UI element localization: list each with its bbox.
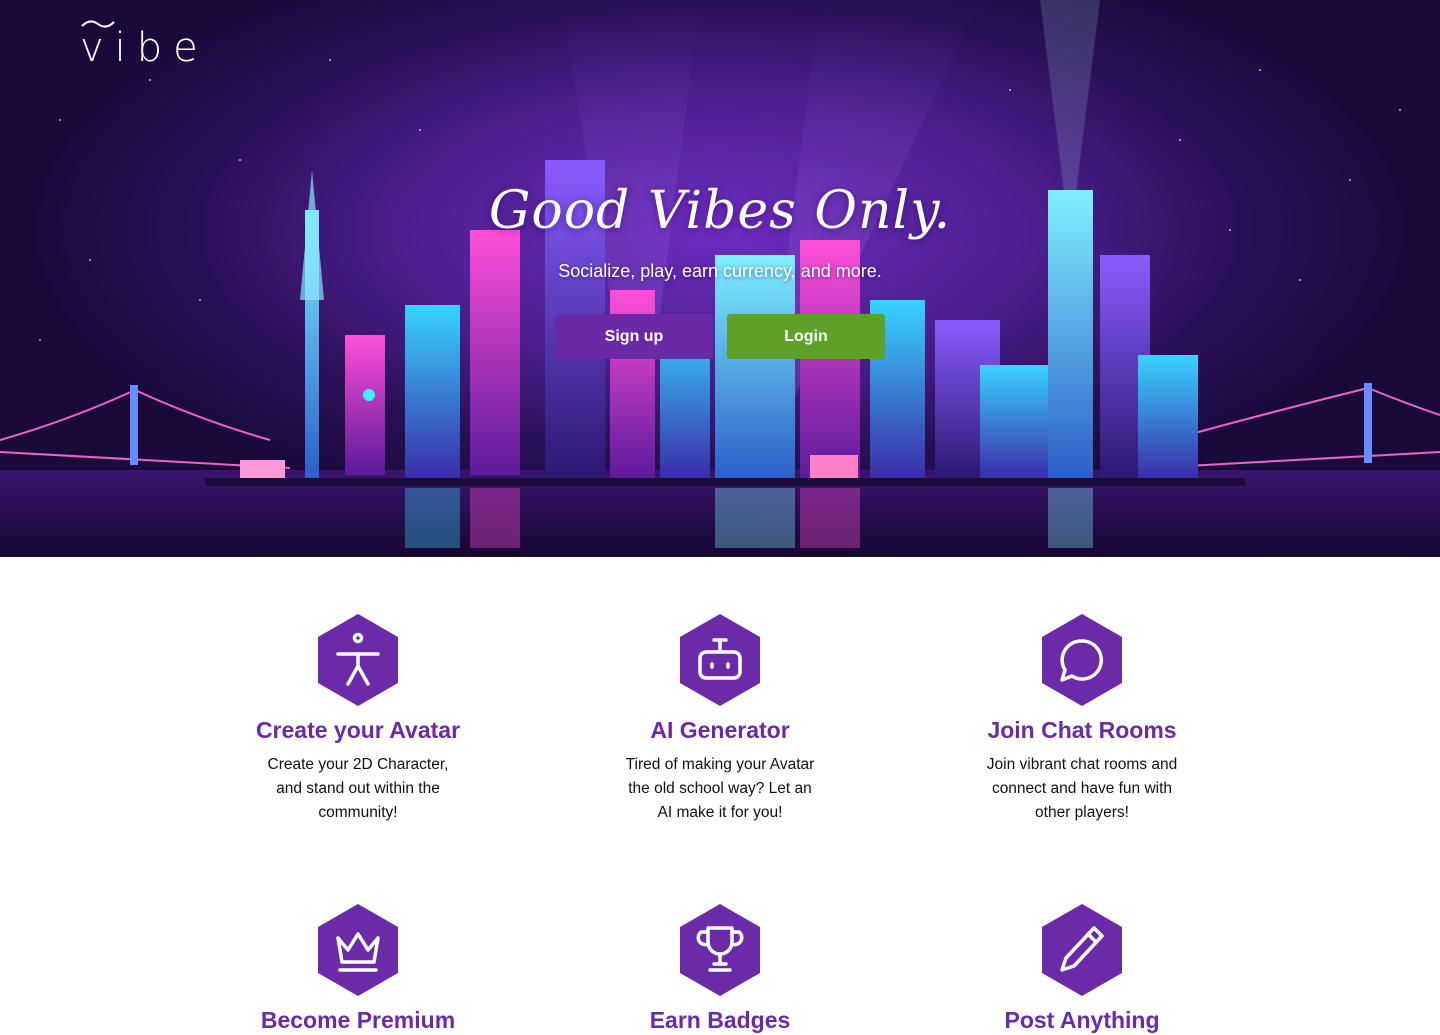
hero-subheadline: Socialize, play, earn currency, and more… <box>558 261 882 281</box>
hero-headline: Good Vibes Only. <box>488 181 952 241</box>
robot-icon <box>680 614 760 706</box>
feature-title: Earn Badges <box>649 1007 791 1033</box>
signup-button[interactable]: Sign up <box>555 314 713 359</box>
feature-description: Create your 2D Character, and stand out … <box>267 756 449 821</box>
trophy-icon <box>680 904 760 996</box>
login-button[interactable]: Login <box>727 314 885 359</box>
person-icon <box>318 614 398 706</box>
feature-description: Tired of making your Avatar the old scho… <box>625 756 815 821</box>
chat-bubble-icon <box>1042 614 1122 706</box>
hero-banner: vibe Good Vibes Only. Socialize, play, e… <box>0 0 1440 557</box>
feature-title: Create your Avatar <box>255 717 461 743</box>
feature-title: AI Generator <box>650 717 790 743</box>
logo-text: vibe <box>80 25 209 71</box>
feature-description: Join vibrant chat rooms and connect and … <box>986 756 1178 821</box>
pencil-icon <box>1042 904 1122 996</box>
vibe-logo[interactable]: vibe <box>80 16 210 71</box>
feature-title: Join Chat Rooms <box>987 717 1177 743</box>
feature-title: Post Anything <box>1004 1007 1160 1033</box>
feature-title: Become Premium <box>260 1007 456 1033</box>
crown-icon <box>318 904 398 996</box>
